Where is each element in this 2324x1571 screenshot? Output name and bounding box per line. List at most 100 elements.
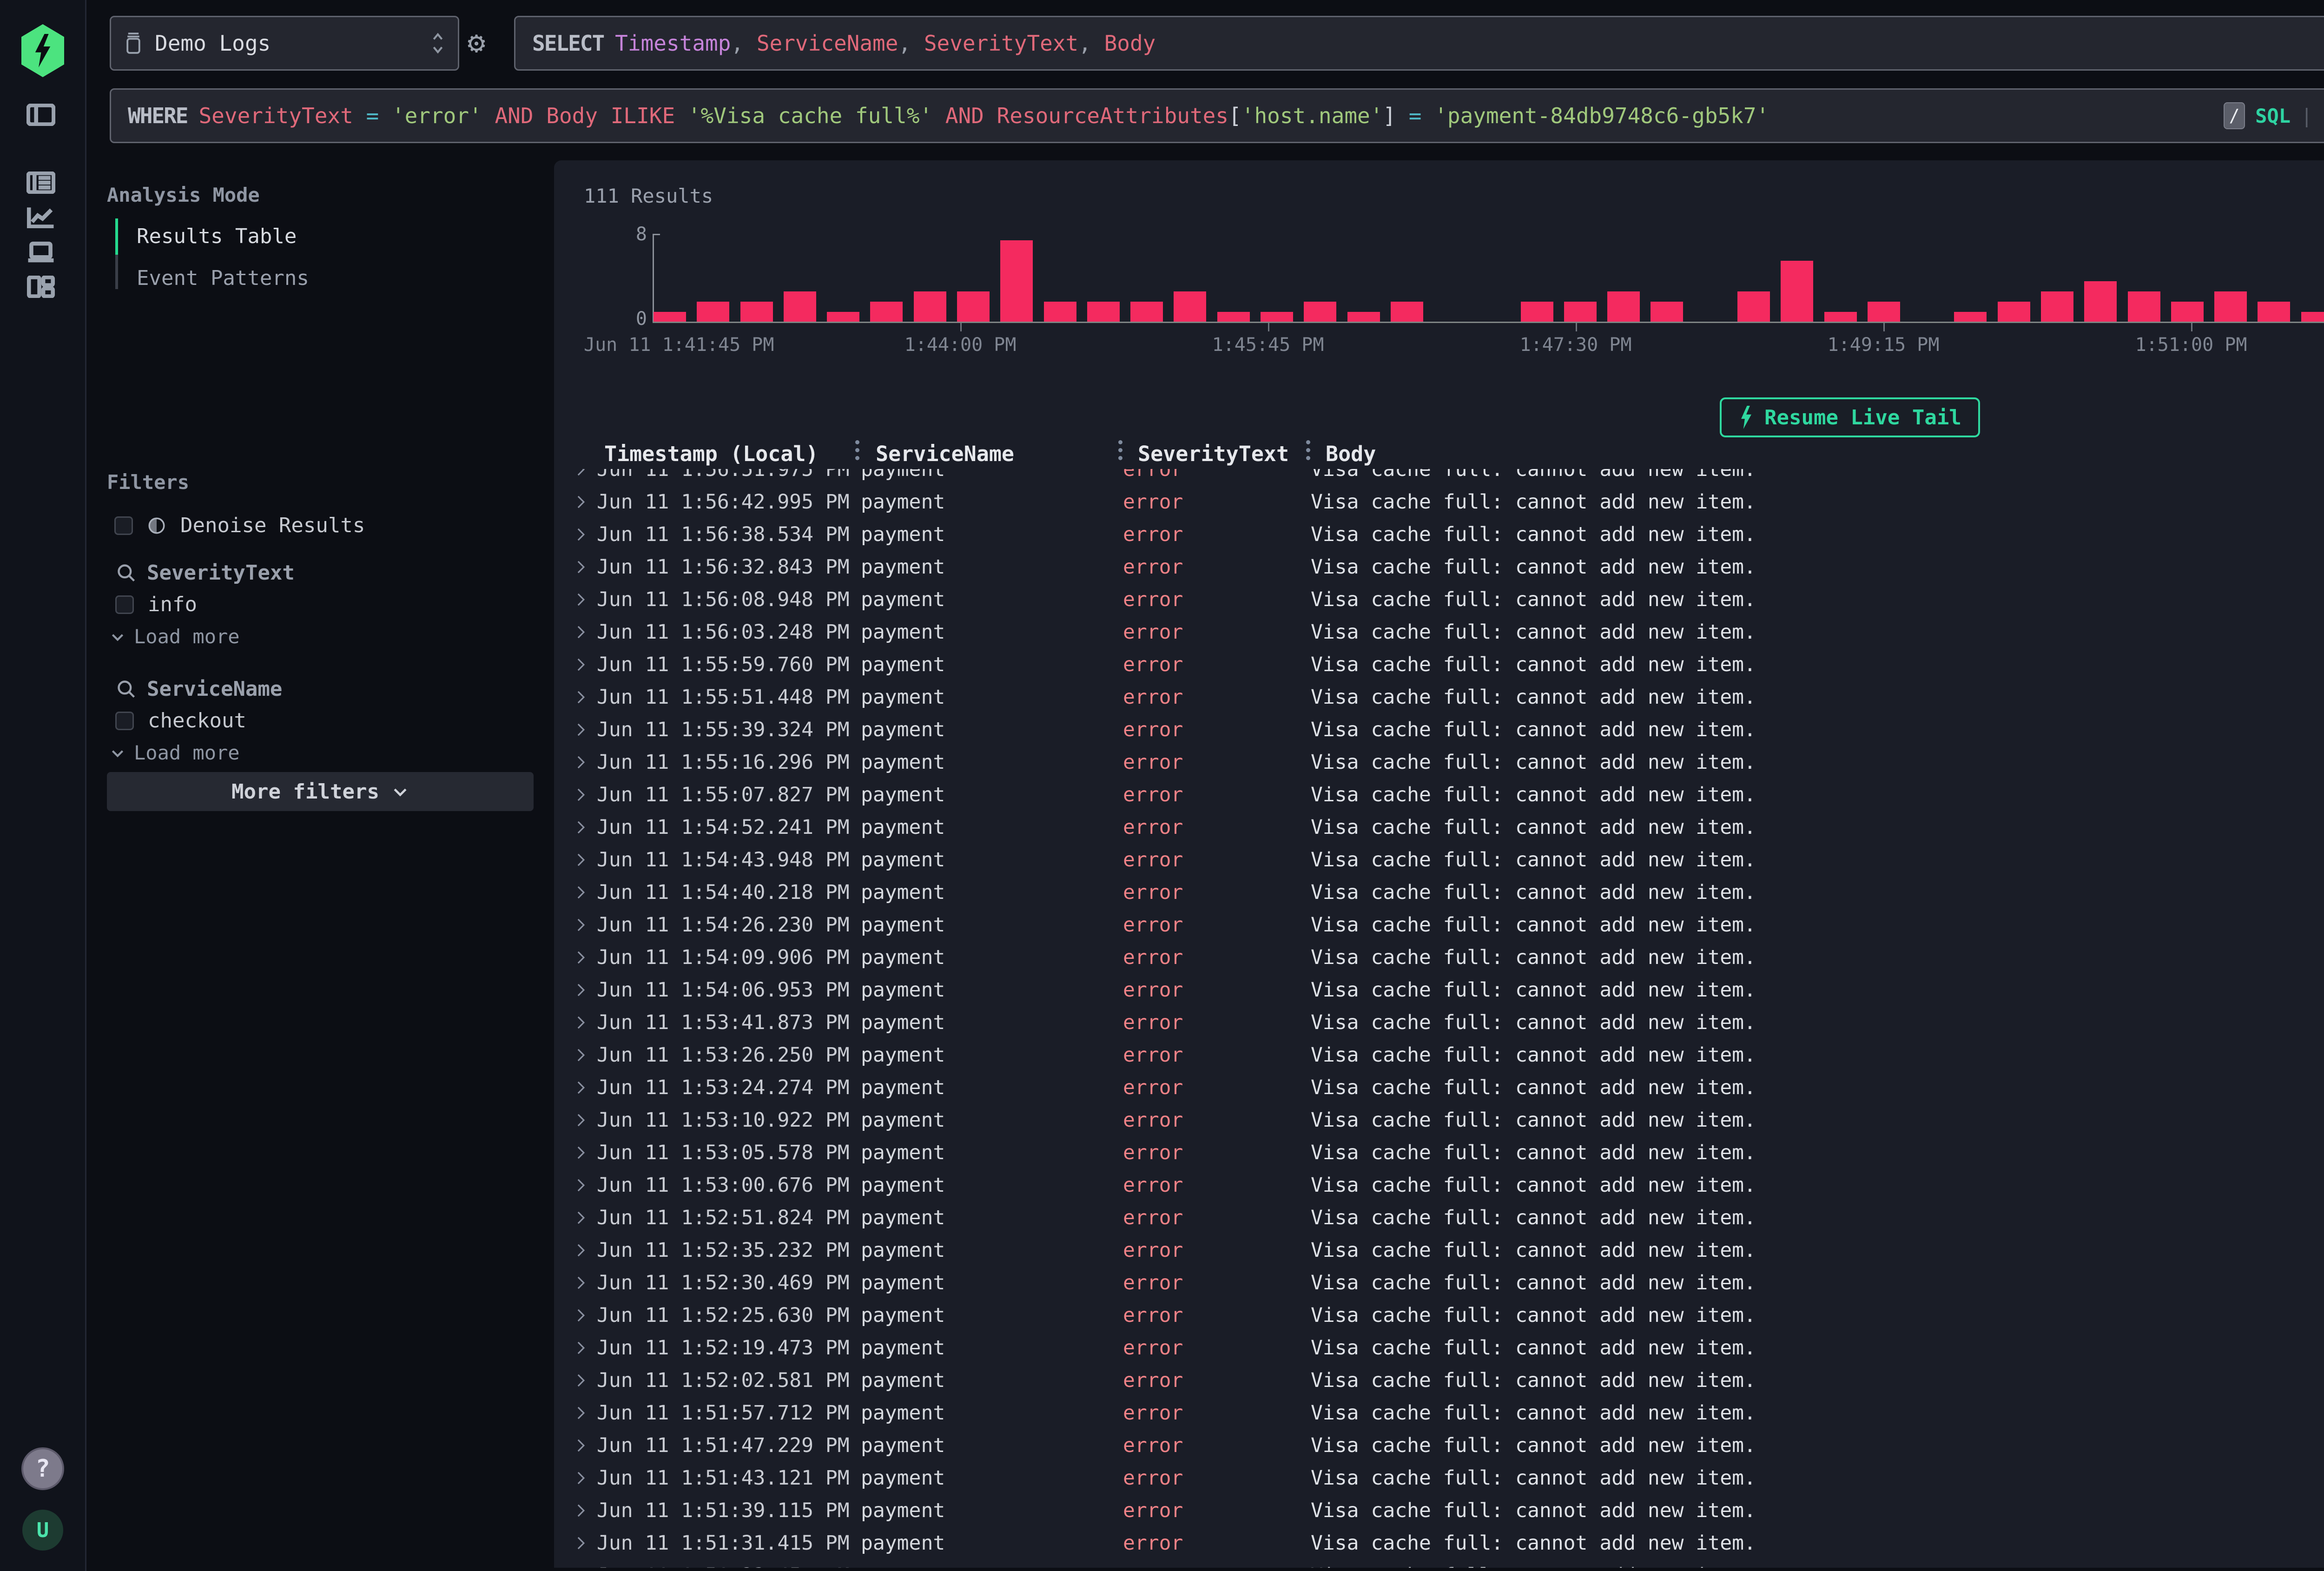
row-expand-chevron-icon[interactable] (574, 1372, 597, 1389)
histogram-bar[interactable] (2301, 312, 2324, 322)
histogram-bar[interactable] (1000, 240, 1033, 322)
log-row[interactable]: Jun 11 1:54:43.948 PMpaymenterrorVisa ca… (554, 844, 2324, 876)
dashboards-icon[interactable] (23, 271, 59, 303)
histogram-bar[interactable] (1954, 312, 1987, 322)
histogram-bar[interactable] (1868, 302, 1900, 322)
slash-shortcut-key[interactable]: / (2224, 102, 2245, 129)
collapse-sidebar-icon[interactable] (23, 99, 59, 131)
log-row[interactable]: Jun 11 1:54:40.218 PMpaymenterrorVisa ca… (554, 876, 2324, 909)
histogram-bar[interactable] (1304, 302, 1336, 322)
row-expand-chevron-icon[interactable] (574, 1437, 597, 1454)
histogram-bar[interactable] (654, 312, 686, 322)
row-expand-chevron-icon[interactable] (574, 1241, 597, 1259)
filter-field-servicename[interactable]: ServiceName (147, 677, 282, 701)
row-expand-chevron-icon[interactable] (574, 884, 597, 901)
log-row[interactable]: Jun 11 1:52:25.630 PMpaymenterrorVisa ca… (554, 1299, 2324, 1332)
column-resize-handle[interactable] (855, 440, 860, 467)
histogram-bar[interactable] (2258, 302, 2290, 322)
row-expand-chevron-icon[interactable] (574, 981, 597, 999)
histogram-bar[interactable] (2128, 291, 2160, 322)
histogram-bar[interactable] (1998, 302, 2030, 322)
mode-item-results-table[interactable]: Results Table (137, 222, 297, 250)
row-expand-chevron-icon[interactable] (574, 721, 597, 739)
row-expand-chevron-icon[interactable] (574, 1307, 597, 1324)
row-expand-chevron-icon[interactable] (574, 1469, 597, 1487)
log-row[interactable]: Jun 11 1:54:06.953 PMpaymenterrorVisa ca… (554, 974, 2324, 1006)
log-row[interactable]: Jun 11 1:55:51.448 PMpaymenterrorVisa ca… (554, 681, 2324, 713)
histogram-bar[interactable] (1737, 291, 1770, 322)
log-row[interactable]: Jun 11 1:55:07.827 PMpaymenterrorVisa ca… (554, 779, 2324, 811)
load-more-severitytext[interactable]: Load more (110, 625, 240, 648)
log-row[interactable]: Jun 11 1:52:19.473 PMpaymenterrorVisa ca… (554, 1332, 2324, 1364)
histogram-bar[interactable] (1217, 312, 1250, 322)
column-header-servicename[interactable]: ServiceName (876, 438, 1014, 469)
log-row[interactable]: Jun 11 1:56:38.534 PMpaymenterrorVisa ca… (554, 518, 2324, 551)
row-expand-chevron-icon[interactable] (574, 493, 597, 511)
row-expand-chevron-icon[interactable] (574, 1176, 597, 1194)
log-row[interactable]: Jun 11 1:51:23.457 PMpaymenterrorVisa ca… (554, 1559, 2324, 1568)
histogram-bar[interactable] (2171, 302, 2204, 322)
row-expand-chevron-icon[interactable] (574, 1209, 597, 1227)
row-expand-chevron-icon[interactable] (574, 591, 597, 608)
log-row[interactable]: Jun 11 1:53:10.922 PMpaymenterrorVisa ca… (554, 1104, 2324, 1136)
row-expand-chevron-icon[interactable] (574, 786, 597, 804)
row-expand-chevron-icon[interactable] (574, 558, 597, 576)
log-row[interactable]: Jun 11 1:51:47.229 PMpaymenterrorVisa ca… (554, 1429, 2324, 1462)
denoise-label[interactable]: Denoise Results (180, 514, 365, 537)
user-avatar[interactable]: U (22, 1510, 63, 1551)
mode-item-event-patterns[interactable]: Event Patterns (137, 264, 309, 292)
log-row[interactable]: Jun 11 1:56:42.995 PMpaymenterrorVisa ca… (554, 486, 2324, 518)
column-header-timestamp[interactable]: Timestamp (Local) (604, 438, 819, 469)
row-expand-chevron-icon[interactable] (574, 1144, 597, 1162)
row-expand-chevron-icon[interactable] (574, 819, 597, 836)
load-more-servicename[interactable]: Load more (110, 741, 240, 764)
filter-checkbox-checkout[interactable] (115, 712, 134, 730)
log-row[interactable]: Jun 11 1:56:08.948 PMpaymenterrorVisa ca… (554, 583, 2324, 616)
histogram-bar[interactable] (2084, 281, 2117, 322)
help-button[interactable]: ? (21, 1447, 64, 1490)
log-row[interactable]: Jun 11 1:53:24.274 PMpaymenterrorVisa ca… (554, 1071, 2324, 1104)
search-logs-icon[interactable] (23, 166, 59, 199)
source-selector[interactable]: Demo Logs (110, 16, 459, 71)
log-row[interactable]: Jun 11 1:53:05.578 PMpaymenterrorVisa ca… (554, 1136, 2324, 1169)
row-expand-chevron-icon[interactable] (574, 949, 597, 966)
log-row[interactable]: Jun 11 1:53:41.873 PMpaymenterrorVisa ca… (554, 1006, 2324, 1039)
row-expand-chevron-icon[interactable] (574, 1014, 597, 1031)
denoise-checkbox[interactable] (114, 516, 133, 535)
row-expand-chevron-icon[interactable] (574, 526, 597, 543)
gear-icon[interactable]: ⚙ (458, 24, 495, 61)
histogram-bar[interactable] (1781, 261, 1813, 322)
filter-checkbox-info[interactable] (115, 595, 134, 614)
row-expand-chevron-icon[interactable] (574, 1404, 597, 1422)
histogram-bar[interactable] (1044, 302, 1076, 322)
histogram-bar[interactable] (1347, 312, 1380, 322)
log-row[interactable]: Jun 11 1:52:30.469 PMpaymenterrorVisa ca… (554, 1267, 2324, 1299)
histogram-bar[interactable] (1130, 302, 1163, 322)
histogram-bar[interactable] (870, 302, 903, 322)
more-filters-button[interactable]: More filters (107, 772, 534, 811)
log-row[interactable]: Jun 11 1:51:31.415 PMpaymenterrorVisa ca… (554, 1527, 2324, 1559)
row-expand-chevron-icon[interactable] (574, 1502, 597, 1519)
log-row[interactable]: Jun 11 1:52:02.581 PMpaymenterrorVisa ca… (554, 1364, 2324, 1397)
histogram-bar[interactable] (957, 291, 990, 322)
column-header-severitytext[interactable]: SeverityText (1138, 438, 1289, 469)
log-row[interactable]: Jun 11 1:52:51.824 PMpaymenterrorVisa ca… (554, 1201, 2324, 1234)
log-row[interactable]: Jun 11 1:56:32.843 PMpaymenterrorVisa ca… (554, 551, 2324, 583)
histogram-bar[interactable] (697, 302, 729, 322)
chart-explorer-icon[interactable] (23, 201, 59, 233)
row-expand-chevron-icon[interactable] (574, 1567, 597, 1568)
histogram-bar[interactable] (1087, 302, 1120, 322)
where-query-input[interactable]: WHERE SeverityText = 'error' AND Body IL… (110, 88, 2324, 143)
histogram-bar[interactable] (1261, 312, 1293, 322)
histogram-bar[interactable] (740, 302, 773, 322)
histogram-bar[interactable] (2214, 291, 2247, 322)
log-row[interactable]: Jun 11 1:51:39.115 PMpaymenterrorVisa ca… (554, 1494, 2324, 1527)
row-expand-chevron-icon[interactable] (574, 916, 597, 934)
column-header-body[interactable]: Body (1326, 438, 1376, 469)
histogram-bar[interactable] (1564, 302, 1597, 322)
log-row[interactable]: Jun 11 1:55:16.296 PMpaymenterrorVisa ca… (554, 746, 2324, 779)
histogram-bar[interactable] (1391, 302, 1423, 322)
log-row[interactable]: Jun 11 1:53:26.250 PMpaymenterrorVisa ca… (554, 1039, 2324, 1071)
log-row[interactable]: Jun 11 1:56:03.248 PMpaymenterrorVisa ca… (554, 616, 2324, 648)
log-row[interactable]: Jun 11 1:54:09.906 PMpaymenterrorVisa ca… (554, 941, 2324, 974)
